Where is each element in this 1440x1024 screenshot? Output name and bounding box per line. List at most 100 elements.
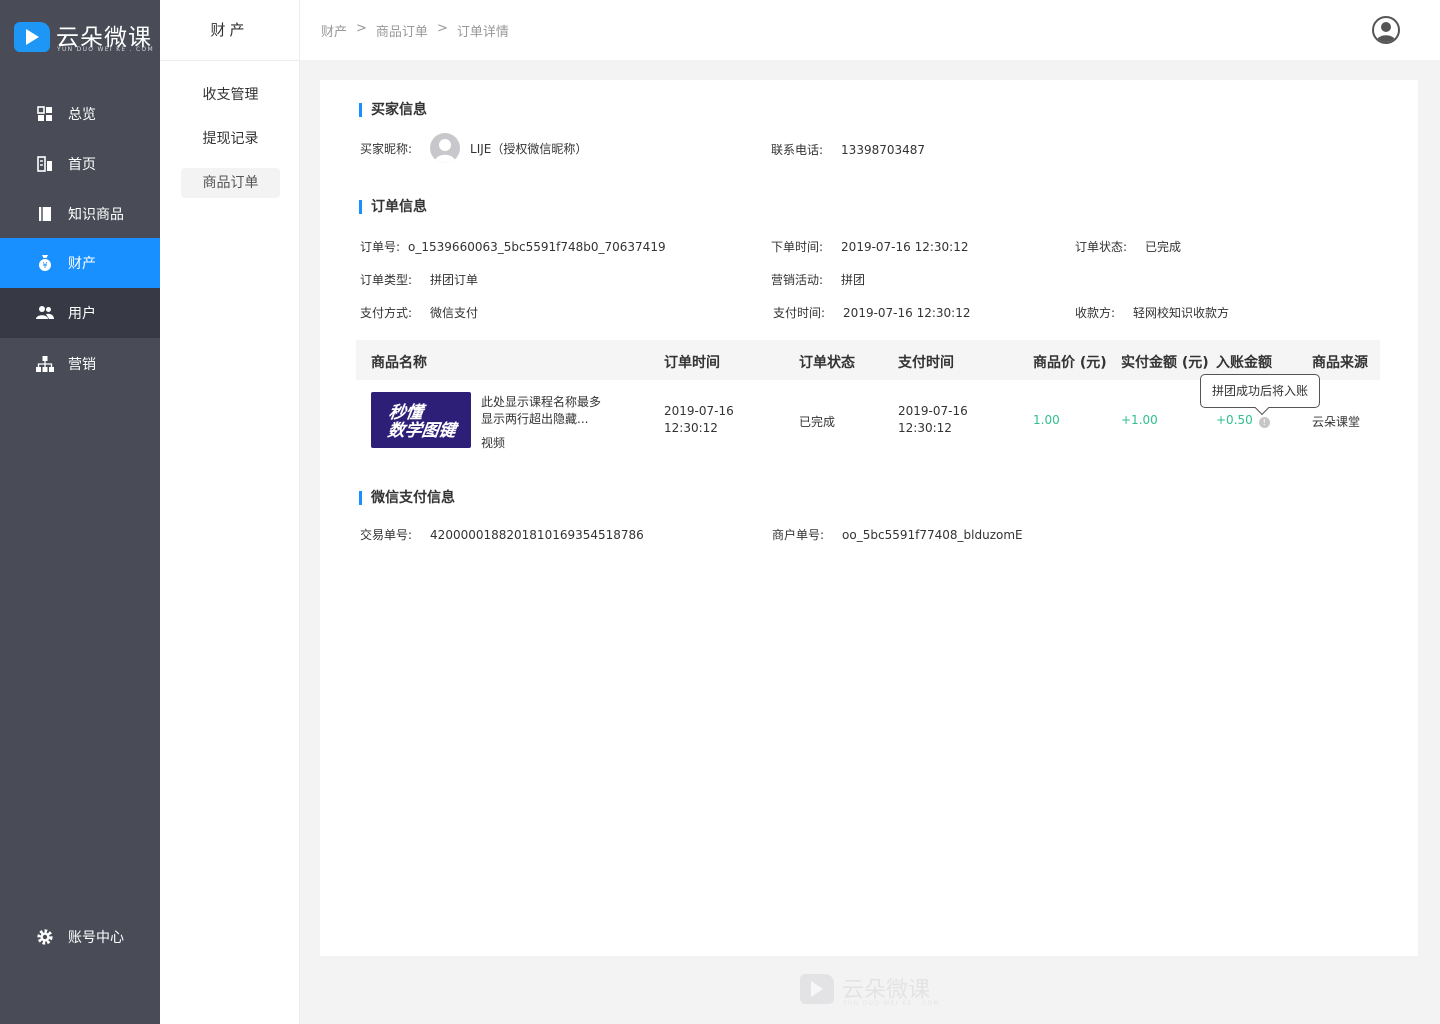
sidebar-item-products[interactable]: 知识商品 [0,189,160,239]
sidebar-item-users[interactable]: 用户 [0,288,160,338]
column-header: 订单状态 [799,355,855,371]
column-header: 商品价 (元) [1033,355,1107,371]
row-status: 已完成 [799,415,836,429]
money-bag-icon: ¥ [36,254,54,272]
sidebar-item-overview[interactable]: 总览 [0,89,160,139]
sidebar-item-label: 首页 [68,157,96,173]
book-icon [36,205,54,223]
order-created-field: 下单时间: 2019-07-16 12:30:12 [771,238,969,255]
org-chart-icon [36,355,54,373]
order-detail-card: 买家信息 买家昵称: LIJE（授权微信昵称） 联系电话: 1339870348… [320,80,1418,956]
column-header: 实付金额 (元) [1121,355,1209,371]
column-header: 支付时间 [898,355,954,371]
payee: 轻网校知识收款方 [1133,306,1230,320]
buyer-nickname-field: 买家昵称: LIJE（授权微信昵称） [360,133,587,163]
breadcrumb-item-detail: 订单详情 [456,25,509,40]
breadcrumb-item-finance[interactable]: 财产 [321,21,347,40]
user-avatar-icon[interactable] [1372,16,1400,44]
field-label: 下单时间: [771,240,824,254]
top-bar: 财产 > 商品订单 > 订单详情 [300,0,1440,60]
order-type: 拼团订单 [430,273,479,287]
field-label: 收款方: [1075,306,1116,320]
gear-icon [36,928,54,946]
merchant-number-field: 商户单号: oo_5bc5591f77408_blduzomE [772,526,1023,543]
column-header: 商品来源 [1312,355,1368,371]
info-icon[interactable]: ! [1258,417,1270,428]
order-id: o_1539660063_5bc5591f748b0_70637419 [408,239,666,254]
order-id-field: 订单号: o_1539660063_5bc5591f748b0_70637419 [360,238,666,255]
sidebar-item-label: 财产 [68,256,96,272]
course-thumbnail[interactable]: 秒懂 数学图键 [371,392,471,448]
row-income-value: +0.50 [1216,413,1253,427]
sidebar-item-home[interactable]: 首页 [0,139,160,189]
sidebar-item-label: 用户 [68,306,96,322]
column-header: 订单时间 [664,355,720,371]
course-kind: 视频 [481,436,506,450]
course-name-line1: 此处显示课程名称最多 [481,395,602,409]
column-header: 商品名称 [371,355,427,371]
buyer-section-title: 买家信息 [359,103,427,117]
buyer-avatar-icon [430,133,461,163]
field-label: 买家昵称: [360,141,413,156]
field-label: 支付方式: [360,306,413,320]
order-status-field: 订单状态: 已完成 [1075,238,1181,255]
row-paid: +1.00 [1121,413,1158,427]
pay-time-row: 12:30:12 [898,421,952,435]
brand-logo[interactable]: 云朵微课 YUN DUO WEI KE . COM [14,18,154,58]
order-created: 2019-07-16 12:30:12 [841,239,969,254]
field-label: 订单状态: [1075,240,1128,254]
column-header: 入账金额 [1216,355,1272,371]
pay-method-field: 支付方式: 微信支付 [360,304,478,321]
sidebar-item-label: 账号中心 [68,930,124,946]
order-date: 2019-07-16 [664,404,734,418]
svg-text:¥: ¥ [42,261,47,270]
thumbnail-subtitle: 数学图键 [386,421,458,441]
row-source: 云朵课堂 [1312,415,1361,429]
merchant-number: oo_5bc5591f77408_blduzomE [842,527,1023,542]
trade-number-field: 交易单号: 4200000188201810169354518786 [360,526,644,543]
field-label: 订单号: [360,240,401,254]
footer-logo: 云朵微课 YUN DUO WEI KE . COM [800,972,950,1008]
home-icon [36,155,54,173]
order-status: 已完成 [1145,240,1182,254]
row-price: 1.00 [1033,413,1060,427]
field-label: 订单类型: [360,273,413,287]
sidebar-item-marketing[interactable]: 营销 [0,339,160,389]
order-type-field: 订单类型: 拼团订单 [360,271,478,288]
pay-time-field: 支付时间: 2019-07-16 12:30:12 [773,304,971,321]
course-name-line2: 显示两行超出隐藏... [481,412,589,426]
wechat-section-title: 微信支付信息 [359,491,455,505]
sidebar-item-label: 知识商品 [68,207,124,223]
sidebar-item-finance[interactable]: ¥ 财产 [0,238,160,288]
buyer-phone: 13398703487 [841,142,926,157]
income-tooltip: 拼团成功后将入账 [1200,374,1320,408]
trade-number: 4200000188201810169354518786 [430,527,644,542]
order-campaign: 拼团 [841,273,866,287]
order-campaign-field: 营销活动: 拼团 [771,271,865,288]
sub-sidebar: 财产 收支管理 提现记录 商品订单 [160,0,300,1024]
field-label: 联系电话: [771,143,824,157]
pay-time: 2019-07-16 12:30:12 [843,305,971,320]
breadcrumb: 财产 > 商品订单 > 订单详情 [321,21,509,40]
breadcrumb-item-orders[interactable]: 商品订单 [376,21,428,40]
buyer-phone-field: 联系电话: 13398703487 [771,141,925,158]
sub-sidebar-item-income[interactable]: 收支管理 [181,80,280,110]
sub-sidebar-title: 财产 [160,0,299,61]
buyer-nickname: LIJE（授权微信昵称） [470,141,588,156]
sidebar-item-label: 总览 [68,107,96,123]
breadcrumb-separator: > [356,21,367,36]
sidebar-item-account[interactable]: 账号中心 [0,912,160,962]
field-label: 营销活动: [771,273,824,287]
order-time: 12:30:12 [664,421,718,435]
sub-sidebar-item-withdraw[interactable]: 提现记录 [181,124,280,154]
order-section-title: 订单信息 [359,200,427,214]
payee-field: 收款方: 轻网校知识收款方 [1075,304,1229,321]
sub-sidebar-item-orders[interactable]: 商品订单 [181,168,280,198]
brand-sub: YUN DUO WEI KE . COM [57,46,155,53]
field-label: 支付时间: [773,306,826,320]
users-icon [36,304,54,322]
field-label: 交易单号: [360,528,413,542]
field-label: 商户单号: [772,528,825,542]
footer-brand-sub: YUN DUO WEI KE . COM [843,1000,941,1007]
sidebar-item-label: 营销 [68,357,96,373]
